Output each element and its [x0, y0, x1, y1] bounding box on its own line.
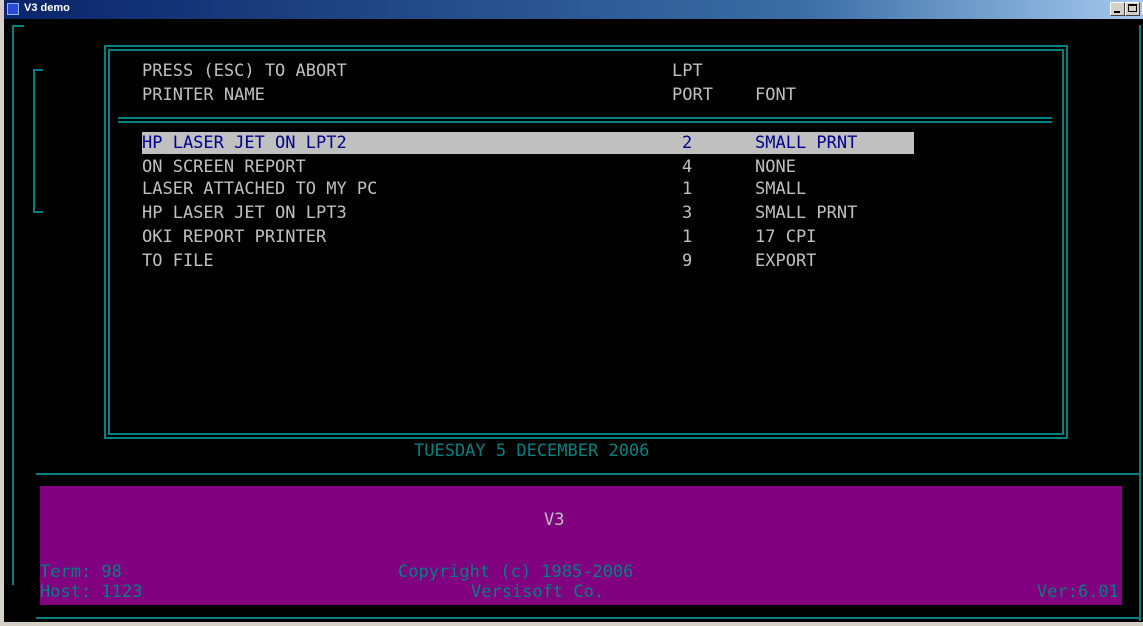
maximize-button[interactable]	[1125, 2, 1140, 16]
printer-font: 17 CPI	[755, 227, 817, 247]
printer-font: EXPORT	[755, 251, 817, 271]
printer-name: TO FILE	[142, 251, 214, 271]
printer-name: HP LASER JET ON LPT3	[142, 203, 347, 223]
printer-name: LASER ATTACHED TO MY PC	[142, 179, 378, 199]
footer-panel: V3 Term: 98 Host: 1123 Copyright (c) 198…	[40, 486, 1122, 605]
printer-name: HP LASER JET ON LPT2	[142, 133, 347, 153]
outer-right-border	[1139, 25, 1141, 621]
printer-port: 2	[682, 133, 693, 153]
title-bar[interactable]: V3 demo	[4, 0, 1143, 19]
col-printer-name: PRINTER NAME	[142, 85, 265, 105]
printer-port: 3	[682, 203, 693, 223]
outer-top-corner	[12, 25, 24, 27]
printer-port: 1	[682, 227, 693, 247]
printer-font: SMALL	[755, 179, 807, 199]
app-icon	[7, 3, 19, 15]
outer-left-border	[12, 25, 14, 585]
col-font: FONT	[755, 85, 796, 105]
side-bracket	[33, 69, 43, 213]
col-lpt: LPT	[672, 61, 703, 81]
footer-separator	[36, 473, 1141, 475]
bottom-border	[36, 617, 1141, 619]
host-label: Host: 1123	[40, 582, 143, 602]
printer-font: NONE	[755, 157, 796, 177]
printer-name: ON SCREEN REPORT	[142, 157, 306, 177]
header-separator-1	[118, 117, 1052, 119]
company-name: Versisoft Co.	[471, 582, 605, 602]
copyright-text: Copyright (c) 1985-2006	[398, 562, 634, 582]
date-line: TUESDAY 5 DECEMBER 2006	[414, 441, 650, 461]
col-port: PORT	[672, 85, 713, 105]
printer-name: OKI REPORT PRINTER	[142, 227, 327, 247]
printer-port: 9	[682, 251, 693, 271]
abort-hint: PRESS (ESC) TO ABORT	[142, 61, 347, 81]
printer-port: 1	[682, 179, 693, 199]
printer-font: SMALL PRNT	[755, 203, 858, 223]
printer-font: SMALL PRNT	[755, 133, 858, 153]
app-window: V3 demo PRESS (ESC) TO ABORT PRINTER NAM…	[0, 0, 1143, 626]
printer-port: 4	[682, 157, 693, 177]
terminal-screen: PRESS (ESC) TO ABORT PRINTER NAME LPT PO…	[8, 19, 1143, 622]
app-name: V3	[544, 510, 565, 530]
minimize-button[interactable]	[1110, 2, 1125, 16]
version-label: Ver:6.01	[1037, 582, 1119, 602]
window-title: V3 demo	[24, 2, 70, 14]
header-separator-2	[118, 121, 1052, 123]
term-label: Term: 98	[40, 562, 122, 582]
